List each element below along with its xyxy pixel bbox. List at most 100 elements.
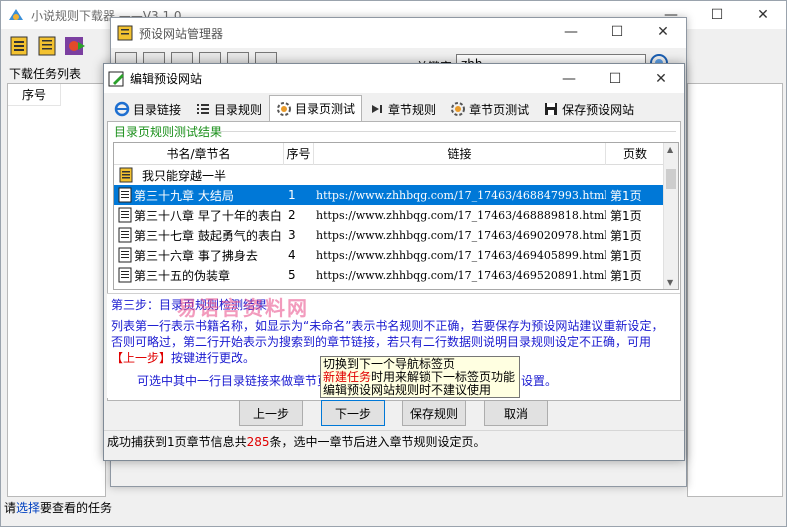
grid-vertical-scrollbar[interactable]: ▲ ▼ (663, 143, 678, 289)
next-button-tooltip: 切换到下一个导航标签页 新建任务时用来解锁下一标签页功能 编辑预设网站规则时不建… (320, 356, 520, 398)
edit-dialog-icon (108, 71, 124, 86)
edit-minimize-button[interactable]: — (546, 64, 592, 93)
cancel-button[interactable]: 取消 (484, 400, 548, 426)
scroll-up-icon[interactable]: ▲ (667, 145, 673, 154)
chapter-link: https://www.zhhbqg.com/17_17463/46884799… (316, 188, 606, 202)
col-header-link[interactable]: 链接 (314, 143, 606, 165)
manager-minimize-button[interactable]: — (548, 18, 594, 46)
save-rules-button[interactable]: 保存规则 (402, 400, 466, 426)
table-row[interactable]: 第三十六章 事了拂身去 4 https://www.zhhbqg.com/17_… (114, 245, 664, 265)
chapter-link: https://www.zhhbqg.com/17_17463/46888981… (316, 208, 606, 222)
tab-label: 章节规则 (388, 102, 437, 117)
prev-step-button[interactable]: 上一步 (239, 400, 303, 426)
chapter-index: 2 (288, 208, 296, 222)
chapter-doc-icon (118, 187, 132, 203)
chapter-doc-icon (118, 227, 132, 243)
table-row[interactable]: 第三十九章 大结局 1 https://www.zhhbqg.com/17_17… (114, 185, 664, 205)
manager-close-button[interactable]: ✕ (640, 18, 686, 46)
app-logo-icon (9, 9, 23, 20)
manager-app-icon (117, 25, 133, 41)
group-label: 目录页规则测试结果 (114, 125, 223, 139)
edit-titlebar: 编辑预设网站 — ☐ ✕ (104, 64, 684, 93)
chapter-doc-icon (118, 207, 132, 223)
arrow-icon (372, 105, 383, 113)
chapter-index: 5 (288, 268, 296, 282)
chapter-link: https://www.zhhbqg.com/17_17463/46940589… (316, 248, 606, 262)
status-suffix: 要查看的任务 (40, 501, 113, 515)
task-list[interactable]: 序号 (7, 83, 106, 497)
settings-gear-icon[interactable] (63, 34, 87, 58)
tab-chapter-rules[interactable]: 章节规则 (362, 97, 443, 121)
status-text-suffix: 条，选中一章节后进入章节规则设定页。 (269, 435, 486, 449)
gear-icon (277, 101, 292, 116)
chapter-link: https://www.zhhbqg.com/17_17463/46902097… (316, 228, 606, 242)
manager-window-controls: — ☐ ✕ (548, 18, 686, 46)
manager-titlebar: 预设网站管理器 — ☐ ✕ (111, 18, 686, 48)
tab-chapter-test[interactable]: 章节页测试 (443, 97, 536, 121)
task-panel: 下载任务列表 序号 (1, 63, 106, 498)
test-result-grid[interactable]: 书名/章节名 序号 链接 页数 我只能穿越一半 第三十九章 大结局 1 http… (113, 142, 679, 290)
chapter-index: 3 (288, 228, 296, 242)
task-list-icon[interactable] (35, 34, 59, 58)
step-text-a: 列表第一行表示书籍名称，如显示为“未命名”表示书名规则不正确，若要保存为预设网站… (111, 319, 664, 349)
step-text-red: 【上一步】 (111, 351, 172, 365)
scroll-thumb[interactable] (666, 169, 676, 189)
tooltip-line-3: 编辑预设网站规则时不建议使用 (323, 383, 492, 397)
book-icon (119, 167, 133, 183)
tab-label: 保存预设网站 (562, 102, 635, 117)
table-row[interactable]: 第三十五的伪装章 5 https://www.zhhbqg.com/17_174… (114, 265, 664, 285)
main-statusbar: 请选择要查看的任务 (1, 498, 786, 527)
dialog-buttons: 上一步 下一步 保存规则 取消 (104, 400, 684, 430)
edit-maximize-button[interactable]: ☐ (592, 64, 638, 93)
book-title: 我只能穿越一半 (142, 168, 227, 183)
status-divider (104, 430, 684, 431)
tab-label: 目录链接 (133, 102, 182, 117)
chapter-name: 第三十六章 事了拂身去 (134, 248, 258, 263)
grid-header: 书名/章节名 序号 链接 页数 (114, 143, 664, 165)
gear-icon (451, 102, 466, 116)
table-row[interactable]: 第三十八章 早了十年的表白 2 https://www.zhhbqg.com/1… (114, 205, 664, 225)
close-button[interactable]: ✕ (740, 1, 786, 29)
new-task-icon[interactable] (7, 34, 31, 58)
tab-label: 目录规则 (214, 102, 263, 117)
chapter-pages: 第1页 (610, 228, 642, 243)
chapter-pages: 第1页 (610, 188, 642, 203)
status-link[interactable]: 选择 (16, 501, 40, 515)
chapter-index: 4 (288, 248, 296, 262)
status-text-prefix: 成功捕获到1页章节信息共 (107, 435, 247, 449)
edit-title: 编辑预设网站 (130, 72, 203, 86)
manager-maximize-button[interactable]: ☐ (594, 18, 640, 46)
tab-directory-test[interactable]: 目录页测试 (269, 95, 363, 121)
maximize-button[interactable]: ☐ (694, 1, 740, 29)
chapter-doc-icon (118, 247, 132, 263)
chapter-pages: 第1页 (610, 268, 642, 283)
status-count: 285 (246, 435, 270, 449)
edit-close-button[interactable]: ✕ (638, 64, 684, 93)
nav-tabs: 目录链接 目录规则 目录页测试 章节规则 章节页测试 保存预设网站 (107, 95, 681, 121)
task-list-header-index[interactable]: 序号 (8, 84, 61, 106)
col-header-name[interactable]: 书名/章节名 (114, 143, 284, 165)
group-divider (218, 131, 676, 132)
chapter-name: 第三十八章 早了十年的表白 (134, 208, 282, 223)
book-row[interactable]: 我只能穿越一半 (114, 165, 664, 185)
task-detail-list[interactable] (687, 83, 783, 497)
chapter-index: 1 (288, 188, 296, 202)
col-header-index[interactable]: 序号 (284, 143, 314, 165)
edit-window-controls: — ☐ ✕ (546, 64, 684, 92)
scroll-down-icon[interactable]: ▼ (667, 278, 673, 287)
chapter-name: 第三十五的伪装章 (134, 268, 231, 283)
table-row[interactable]: 第三十七章 鼓起勇气的表白 3 https://www.zhhbqg.com/1… (114, 225, 664, 245)
next-step-button[interactable]: 下一步 (321, 400, 385, 426)
chapter-pages: 第1页 (610, 248, 642, 263)
chapter-name: 第三十七章 鼓起勇气的表白 (134, 228, 282, 243)
status-prefix: 请 (4, 501, 17, 515)
chapter-pages: 第1页 (610, 208, 642, 223)
tooltip-line-2: 时用来解锁下一标签页功能 (371, 370, 516, 384)
manager-title: 预设网站管理器 (139, 26, 224, 41)
tab-directory-rules[interactable]: 目录规则 (188, 97, 269, 121)
tab-directory-link[interactable]: 目录链接 (107, 97, 188, 121)
tab-label: 章节页测试 (469, 102, 530, 117)
main-toolbar (1, 29, 111, 63)
tab-save-preset[interactable]: 保存预设网站 (536, 97, 641, 121)
col-header-pages[interactable]: 页数 (606, 143, 664, 165)
